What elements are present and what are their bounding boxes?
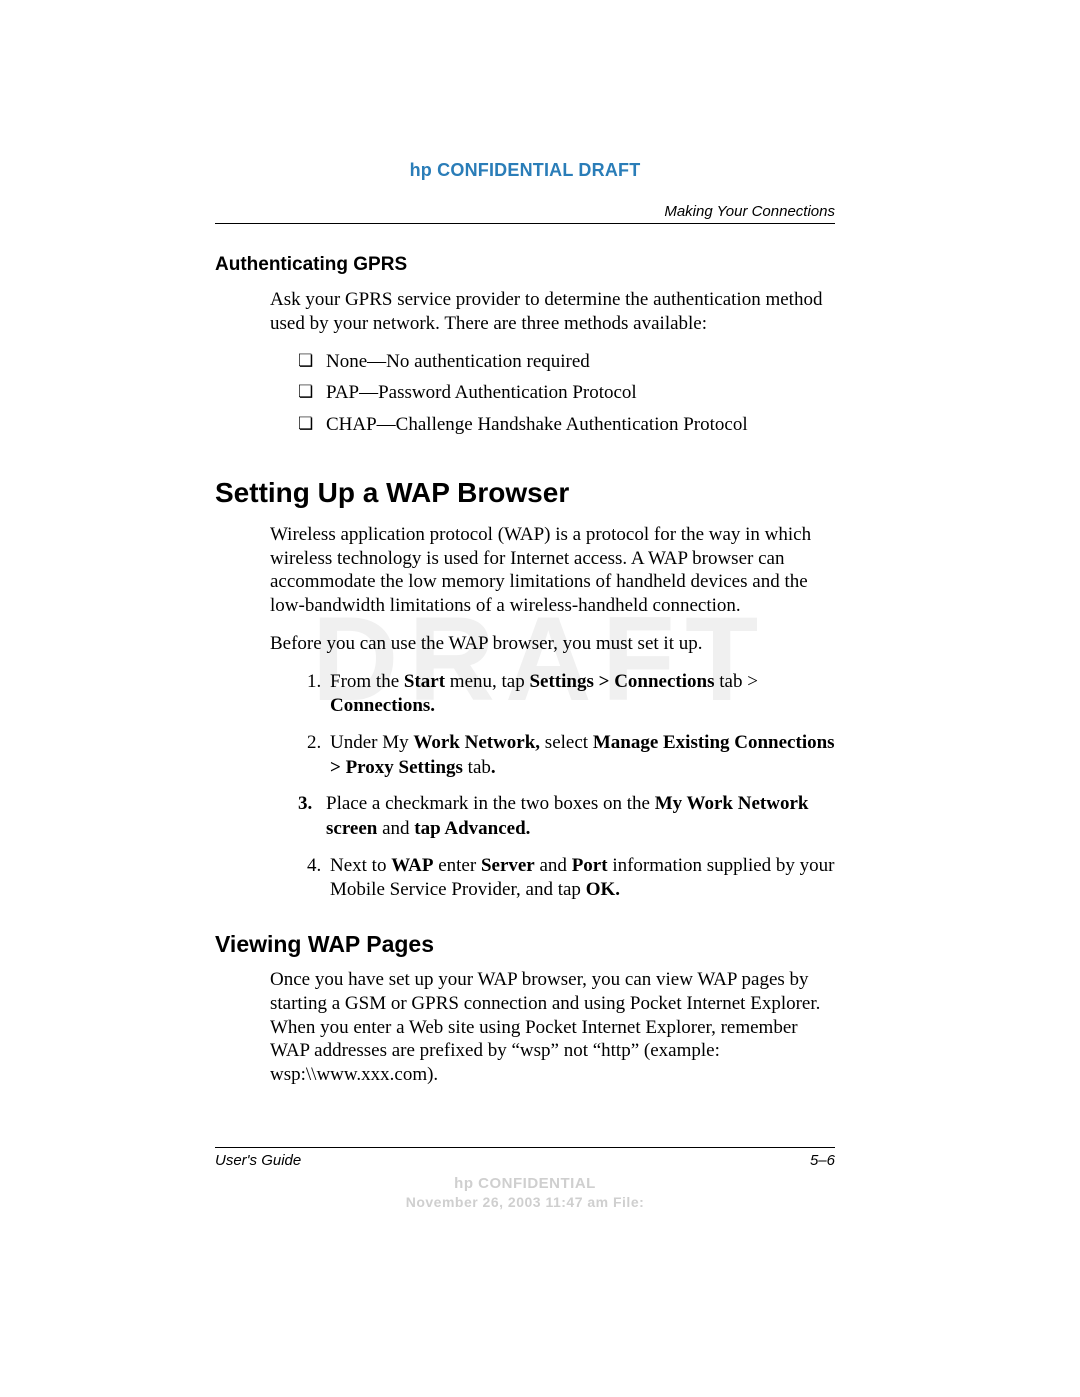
bold-text: Work Network, [413,732,540,753]
text: and [377,818,414,839]
step-4: Next to WAP enter Server and Port inform… [326,854,835,903]
page-content: hp CONFIDENTIAL DRAFT Making Your Connec… [215,160,835,1210]
wap-setup-p1: Wireless application protocol (WAP) is a… [270,523,835,618]
footer-date: November 26, 2003 11:47 am File: [215,1194,835,1210]
text: Place a checkmark in the two boxes on th… [326,793,655,814]
bold-text: WAP [391,855,433,876]
header-rule: Making Your Connections [215,203,835,224]
list-item: None—No authentication required [298,350,835,374]
footer-rule: User's Guide 5–6 [215,1147,835,1169]
auth-gprs-intro: Ask your GPRS service provider to determ… [270,288,835,336]
bold-text: Port [572,855,608,876]
bold-text: tap Advanced. [414,818,530,839]
step-1: From the Start menu, tap Settings > Conn… [326,670,835,719]
text: and [535,855,572,876]
heading-setting-up-wap-browser: Setting Up a WAP Browser [215,477,835,509]
list-item: CHAP—Challenge Handshake Authentication … [298,413,835,437]
list-item: PAP—Password Authentication Protocol [298,381,835,405]
text: Next to [330,855,391,876]
text: select [540,732,593,753]
step-3: 3. Place a checkmark in the two boxes on… [298,792,835,841]
footer-left: User's Guide [215,1152,301,1169]
heading-authenticating-gprs: Authenticating GPRS [215,254,835,276]
bold-text: Server [481,855,535,876]
text: menu, tap [445,671,529,692]
footer-confidential: hp CONFIDENTIAL [215,1175,835,1192]
bold-number: 3. [298,792,312,817]
chapter-title: Making Your Connections [215,203,835,220]
bold-text: OK. [586,879,620,900]
step-2: Under My Work Network, select Manage Exi… [326,731,835,780]
header-confidential-draft: hp CONFIDENTIAL DRAFT [215,160,835,181]
bold-text: Settings > Connections [529,671,714,692]
text: Under My [330,732,413,753]
heading-viewing-wap-pages: Viewing WAP Pages [215,931,835,958]
wap-setup-steps: From the Start menu, tap Settings > Conn… [298,670,835,904]
bold-text: Connections. [330,695,435,716]
auth-methods-list: None—No authentication required PAP—Pass… [298,350,835,437]
text: tab [463,757,491,778]
bold-text: Start [404,671,445,692]
bold-text: . [491,757,496,778]
wap-setup-p2: Before you can use the WAP browser, you … [270,632,835,656]
viewing-paragraph: Once you have set up your WAP browser, y… [270,968,835,1087]
wap-setup-body: Wireless application protocol (WAP) is a… [270,523,835,903]
text: enter [433,855,480,876]
viewing-body: Once you have set up your WAP browser, y… [270,968,835,1087]
auth-gprs-body: Ask your GPRS service provider to determ… [270,288,835,437]
text: From the [330,671,404,692]
footer-page-number: 5–6 [810,1152,835,1169]
text: tab > [715,671,758,692]
